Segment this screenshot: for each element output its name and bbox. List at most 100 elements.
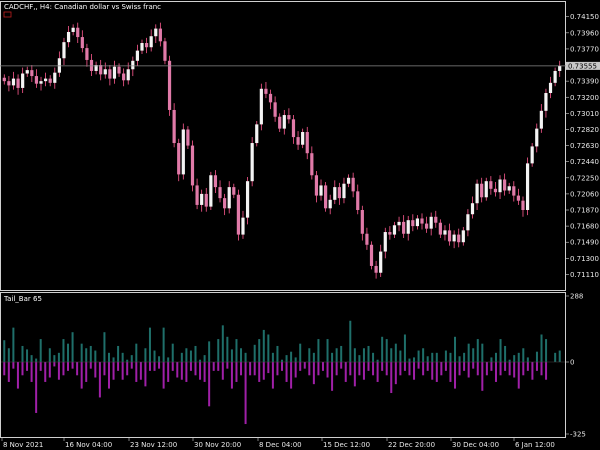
histogram-bar-negative <box>126 362 129 376</box>
time-tick-label: 15 Dec 12:00 <box>323 441 370 449</box>
histogram-bar-positive <box>21 345 24 362</box>
histogram-bar-negative <box>513 362 516 378</box>
price-tick-label: 0.71680 <box>570 223 599 231</box>
histogram-bar-negative <box>62 362 65 376</box>
histogram-bar-positive <box>158 356 161 362</box>
histogram-bar-negative <box>94 362 97 378</box>
histogram-bar-positive <box>103 332 106 362</box>
histogram-bar-negative <box>317 362 320 376</box>
histogram-bar-positive <box>426 356 429 362</box>
histogram-bar-negative <box>381 362 384 371</box>
histogram-bar-negative <box>321 362 324 371</box>
histogram-bar-positive <box>112 357 115 362</box>
histogram-bar-negative <box>367 362 370 371</box>
histogram-bar-negative <box>372 362 375 376</box>
histogram-bar-positive <box>422 348 425 362</box>
histogram-bar-negative <box>67 362 70 371</box>
time-tick-label: 16 Nov 04:00 <box>65 441 112 449</box>
candle <box>186 126 190 149</box>
histogram-bar-positive <box>463 352 466 362</box>
histogram-bar-negative <box>422 362 425 376</box>
histogram-bar-positive <box>262 329 265 362</box>
histogram-bar-negative <box>458 362 461 376</box>
histogram-bar-negative <box>135 362 138 382</box>
histogram-bar-negative <box>212 362 215 371</box>
histogram-bar-positive <box>240 348 243 362</box>
histogram-bar-negative <box>340 362 343 369</box>
histogram-bar-negative <box>171 362 174 371</box>
histogram-bar-negative <box>294 362 297 378</box>
histogram-bar-negative <box>399 362 402 376</box>
histogram-bar-negative <box>194 362 197 376</box>
histogram-bar-positive <box>144 348 147 362</box>
histogram-bar-positive <box>80 343 83 362</box>
histogram-bar-negative <box>267 362 270 374</box>
histogram-bar-positive <box>117 345 120 362</box>
histogram-bar-positive <box>358 355 361 362</box>
histogram-bar-negative <box>271 362 274 389</box>
histogram-bar-positive <box>372 352 375 362</box>
histogram-bar-positive <box>171 343 174 362</box>
histogram-bar-negative <box>158 362 161 369</box>
histogram-bar-positive <box>513 355 516 362</box>
histogram-bar-negative <box>535 362 538 371</box>
histogram-bar-negative <box>504 362 507 371</box>
histogram-bar-positive <box>26 349 29 362</box>
trading-terminal-chart[interactable]: CADCHF,, H4: Canadian dollar vs Swiss fr… <box>0 0 600 450</box>
histogram-bar-positive <box>476 339 479 362</box>
histogram-bar-positive <box>499 339 502 362</box>
histogram-bar-negative <box>413 362 416 380</box>
histogram-bar-negative <box>199 362 202 380</box>
candle <box>259 83 263 131</box>
histogram-bar-positive <box>258 339 261 362</box>
current-price-label: 0.73555 <box>568 62 597 70</box>
histogram-bar-positive <box>545 339 548 362</box>
histogram-bar-negative <box>517 362 520 389</box>
histogram-bar-negative <box>526 362 529 371</box>
candle <box>245 176 250 225</box>
candle <box>484 177 488 201</box>
histogram-bar-negative <box>435 362 438 382</box>
histogram-bar-positive <box>554 352 557 362</box>
histogram-bar-positive <box>67 343 70 362</box>
histogram-bar-negative <box>262 362 265 380</box>
histogram-bar-negative <box>426 362 429 371</box>
histogram-bar-positive <box>331 352 334 362</box>
histogram-bar-positive <box>121 352 124 362</box>
histogram-bar-negative <box>531 362 534 380</box>
price-tick-label: 0.73200 <box>570 94 599 102</box>
histogram-bar-positive <box>431 352 434 362</box>
histogram-bar-negative <box>26 362 29 371</box>
price-tick-label: 0.73770 <box>570 45 599 53</box>
histogram-bar-positive <box>221 325 224 362</box>
histogram-bar-positive <box>472 348 475 362</box>
histogram-bar-negative <box>335 362 338 376</box>
price-axis: 0.741500.739600.737700.735800.733900.732… <box>566 13 599 279</box>
price-tick-label: 0.73960 <box>570 29 599 37</box>
histogram-bar-negative <box>299 362 302 371</box>
histogram-bar-negative <box>476 362 479 376</box>
histogram-bar-positive <box>335 348 338 362</box>
histogram-bar-positive <box>399 350 402 362</box>
histogram-bar-positive <box>217 339 220 362</box>
histogram-bar-positive <box>408 358 411 362</box>
histogram-bar-negative <box>98 362 101 398</box>
histogram-bar-positive <box>390 348 393 362</box>
histogram-bar-negative <box>53 362 56 367</box>
histogram-bar-positive <box>535 351 538 362</box>
histogram-bar-positive <box>435 352 438 362</box>
histogram-bar-negative <box>499 362 502 376</box>
histogram-bar-negative <box>39 362 42 371</box>
price-tick-label: 0.71300 <box>570 255 599 263</box>
histogram-bar-negative <box>522 362 525 376</box>
histogram-bar-negative <box>303 362 306 369</box>
histogram-bar-negative <box>235 362 238 382</box>
histogram-bar-positive <box>271 352 274 362</box>
histogram-bar-positive <box>294 357 297 362</box>
histogram-bar-positive <box>403 334 406 362</box>
indicator-tick-label: 288 <box>570 293 583 301</box>
histogram-bar-negative <box>276 362 279 376</box>
histogram-bar-positive <box>48 348 51 362</box>
histogram-bar-negative <box>57 362 60 380</box>
histogram-bar-negative <box>494 362 497 382</box>
